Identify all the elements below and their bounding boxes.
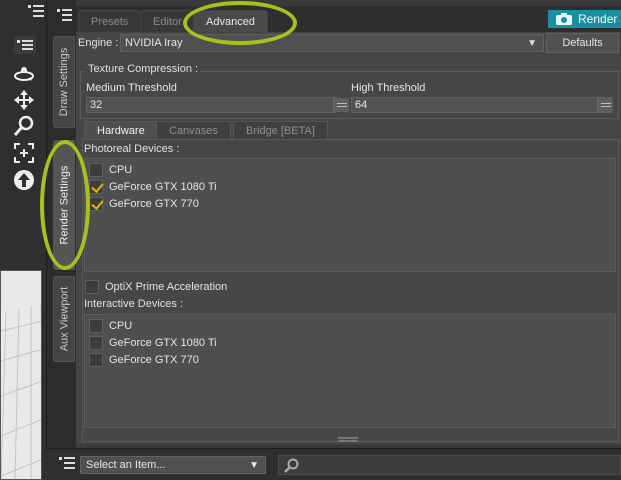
- optix-checkbox[interactable]: [85, 280, 99, 294]
- vtab-label: Render Settings: [58, 165, 71, 245]
- optix-label: OptiX Prime Acceleration: [105, 281, 228, 293]
- render-settings-panel: Engine : NVIDIA Iray ▼ Defaults Texture …: [76, 32, 621, 444]
- device-name: CPU: [109, 320, 133, 332]
- interactive-device-770[interactable]: GeForce GTX 770: [89, 352, 199, 368]
- photoreal-devices-title: Photoreal Devices :: [84, 143, 180, 155]
- medium-threshold-slider-grip[interactable]: [333, 98, 349, 112]
- device-name: GeForce GTX 1080 Ti: [109, 337, 217, 349]
- device-name: CPU: [109, 164, 133, 176]
- resize-grip-icon[interactable]: [338, 437, 358, 443]
- render-button[interactable]: Render: [548, 10, 621, 28]
- item-select-placeholder: Select an Item...: [86, 459, 166, 471]
- optix-prime-option[interactable]: OptiX Prime Acceleration: [85, 279, 227, 295]
- up-arrow-tool-icon[interactable]: [11, 168, 37, 192]
- device-name: GeForce GTX 770: [109, 198, 199, 210]
- bottom-menu-icon[interactable]: [58, 455, 76, 471]
- bottom-bar: Select an Item... ▼: [46, 448, 621, 480]
- subtab-canvases[interactable]: Canvases: [156, 121, 231, 139]
- photoreal-device-cpu[interactable]: CPU: [89, 162, 132, 178]
- vtab-aux-viewport[interactable]: Aux Viewport: [53, 276, 75, 362]
- render-button-label: Render: [578, 12, 618, 26]
- vtab-label: Aux Viewport: [58, 286, 71, 352]
- interactive-device-list: CPU GeForce GTX 1080 Ti GeForce GTX 770: [84, 314, 616, 428]
- texture-compression-title: Texture Compression :: [86, 63, 201, 75]
- chevron-down-icon: ▼: [527, 38, 537, 49]
- rotate-tool-icon[interactable]: [11, 62, 37, 86]
- camera-icon: [556, 13, 572, 25]
- move-tool-icon[interactable]: [11, 88, 37, 112]
- device-checkbox[interactable]: [89, 336, 103, 350]
- photoreal-device-list: CPU GeForce GTX 1080 Ti GeForce GTX 770: [84, 158, 616, 272]
- engine-select[interactable]: NVIDIA Iray ▼: [120, 34, 544, 52]
- chevron-down-icon: ▼: [249, 460, 259, 471]
- tab-editor[interactable]: Editor: [140, 10, 195, 32]
- tab-advanced[interactable]: Advanced: [193, 10, 268, 32]
- device-name: GeForce GTX 1080 Ti: [109, 181, 217, 193]
- search-input[interactable]: [278, 455, 621, 475]
- vtab-render-settings[interactable]: Render Settings: [53, 140, 75, 270]
- engine-value: NVIDIA Iray: [125, 37, 183, 49]
- defaults-button[interactable]: Defaults: [546, 33, 619, 53]
- pane-menu-icon[interactable]: [57, 8, 73, 22]
- photoreal-device-1080ti[interactable]: GeForce GTX 1080 Ti: [89, 179, 217, 195]
- high-threshold-slider-grip[interactable]: [597, 98, 613, 112]
- zoom-tool-icon[interactable]: [11, 114, 37, 138]
- grid-floor-image: [1, 305, 41, 479]
- device-checkbox[interactable]: [89, 180, 103, 194]
- hardware-frame: Photoreal Devices : CPU GeForce GTX 1080…: [82, 139, 619, 442]
- interactive-device-cpu[interactable]: CPU: [89, 318, 132, 334]
- device-checkbox[interactable]: [89, 353, 103, 367]
- subtab-hardware[interactable]: Hardware: [84, 121, 158, 139]
- tab-bar: Presets Editor Advanced: [76, 6, 621, 32]
- tab-presets[interactable]: Presets: [78, 10, 142, 32]
- vtab-label: Draw Settings: [58, 47, 71, 117]
- device-name: GeForce GTX 770: [109, 354, 199, 366]
- search-icon: [284, 458, 299, 473]
- viewport-preview[interactable]: [0, 270, 42, 480]
- panel-menu-icon[interactable]: [27, 3, 45, 19]
- high-threshold-field[interactable]: 64: [351, 97, 613, 113]
- device-checkbox[interactable]: [89, 163, 103, 177]
- interactive-device-1080ti[interactable]: GeForce GTX 1080 Ti: [89, 335, 217, 351]
- subtab-bridge[interactable]: Bridge [BETA]: [233, 121, 328, 139]
- interactive-devices-title: Interactive Devices :: [84, 298, 184, 310]
- medium-threshold-field[interactable]: 32: [86, 97, 336, 113]
- tool-menu-icon[interactable]: [14, 36, 36, 54]
- medium-threshold-label: Medium Threshold: [86, 82, 177, 94]
- vtab-draw-settings[interactable]: Draw Settings: [53, 36, 75, 128]
- engine-row: Engine : NVIDIA Iray ▼ Defaults: [76, 32, 621, 54]
- vertical-tab-column: Draw Settings Render Settings Aux Viewpo…: [46, 0, 76, 480]
- high-threshold-label: High Threshold: [351, 82, 426, 94]
- device-checkbox[interactable]: [89, 197, 103, 211]
- engine-label: Engine :: [78, 37, 119, 49]
- photoreal-device-770[interactable]: GeForce GTX 770: [89, 196, 199, 212]
- left-toolbar: [0, 0, 46, 480]
- device-checkbox[interactable]: [89, 319, 103, 333]
- frame-tool-icon[interactable]: [11, 141, 37, 165]
- item-select[interactable]: Select an Item... ▼: [80, 456, 266, 474]
